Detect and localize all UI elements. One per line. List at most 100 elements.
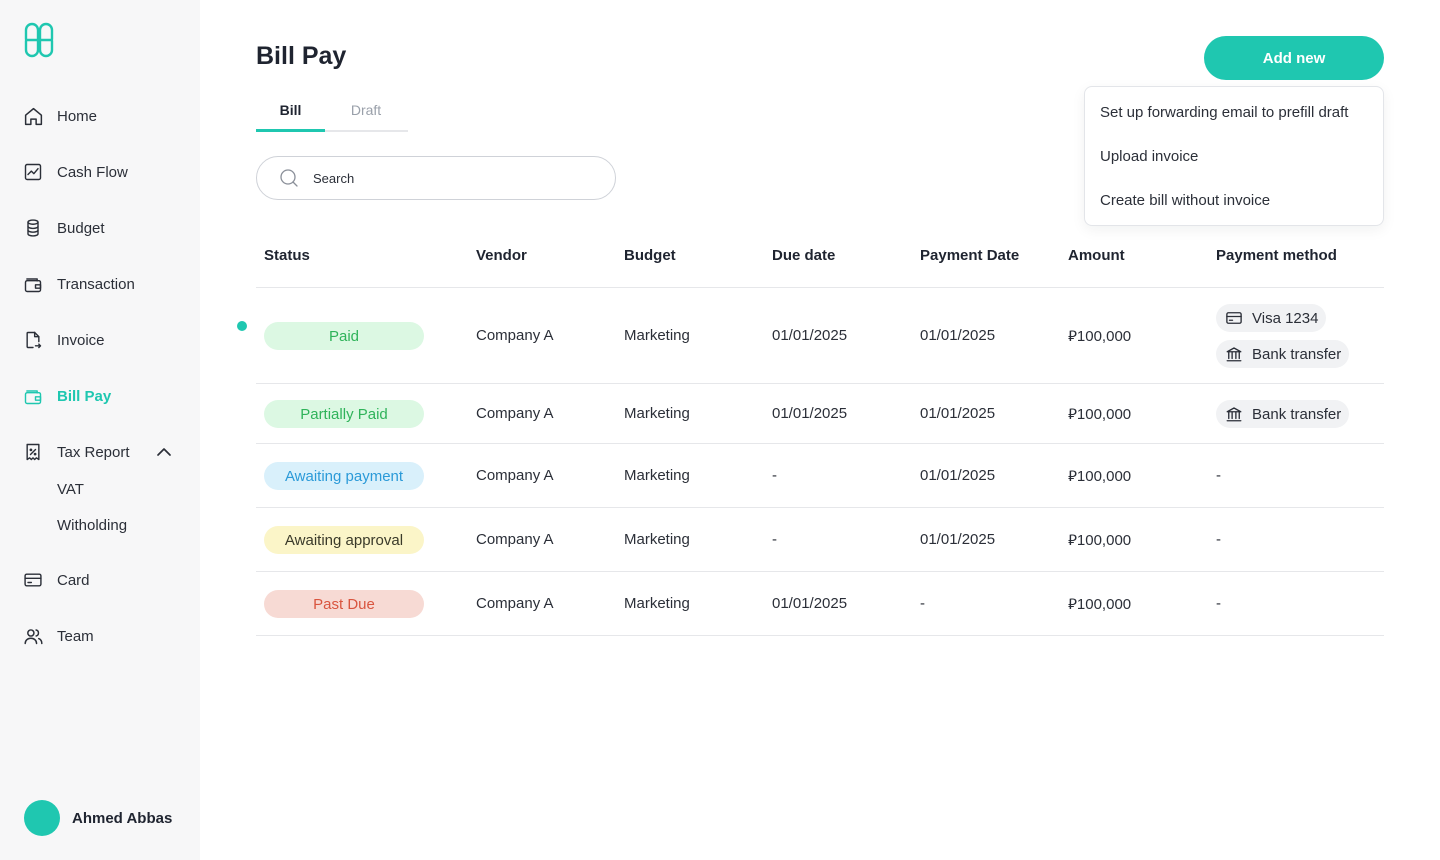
search-input[interactable]: [313, 170, 593, 186]
status-badge: Awaiting payment: [264, 462, 424, 490]
add-new-menu: Set up forwarding email to prefill draft…: [1084, 86, 1384, 226]
amount-cell: ⃁100,000: [1068, 468, 1132, 485]
tab-draft[interactable]: Draft: [332, 100, 400, 132]
vendor-cell: Company A: [476, 595, 554, 612]
page-title: Bill Pay: [256, 42, 347, 70]
bank-icon: [1224, 344, 1244, 364]
wallet-icon: [22, 273, 44, 295]
table-header: Status Vendor Budget Due date Payment Da…: [256, 224, 1384, 288]
column-header-vendor[interactable]: Vendor: [476, 247, 527, 264]
sidebar-subitem-vat[interactable]: VAT: [57, 481, 84, 498]
table-row[interactable]: Awaiting approval Company A Marketing - …: [256, 508, 1384, 572]
team-icon: [22, 625, 44, 647]
budget-cell: Marketing: [624, 467, 690, 484]
sidebar-item-label: Home: [57, 107, 98, 125]
sidebar-item-label: Cash Flow: [57, 163, 128, 181]
card-icon: [1224, 308, 1244, 328]
budget-cell: Marketing: [624, 595, 690, 612]
due-date-cell: -: [772, 531, 777, 548]
menu-item-forwarding-email[interactable]: Set up forwarding email to prefill draft: [1100, 104, 1348, 121]
user-name: Ahmed Abbas: [72, 809, 173, 827]
tab-bar: Bill Draft: [256, 100, 408, 132]
sidebar-item-tax-report[interactable]: Tax Report: [22, 440, 130, 464]
sidebar-item-label: Transaction: [57, 275, 135, 293]
column-header-payment-date[interactable]: Payment Date: [920, 247, 1019, 264]
table-row[interactable]: Awaiting payment Company A Marketing - 0…: [256, 444, 1384, 508]
sidebar-subitem-witholding[interactable]: Witholding: [57, 517, 127, 534]
vendor-cell: Company A: [476, 531, 554, 548]
bill-wallet-icon: [22, 385, 44, 407]
home-icon: [22, 105, 44, 127]
status-badge: Awaiting approval: [264, 526, 424, 554]
payment-date-cell: -: [920, 595, 925, 612]
status-badge: Partially Paid: [264, 400, 424, 428]
add-new-button[interactable]: Add new: [1204, 36, 1384, 80]
vendor-cell: Company A: [476, 467, 554, 484]
sidebar-item-label: Invoice: [57, 331, 105, 349]
sidebar: Home Cash Flow Budget Transaction Invoic…: [0, 0, 200, 860]
menu-item-create-bill[interactable]: Create bill without invoice: [1100, 192, 1270, 209]
chevron-up-icon[interactable]: [156, 444, 172, 460]
column-header-amount[interactable]: Amount: [1068, 247, 1125, 264]
amount-cell: ⃁100,000: [1068, 328, 1132, 345]
sidebar-item-home[interactable]: Home: [22, 104, 97, 128]
sidebar-item-team[interactable]: Team: [22, 624, 94, 648]
sidebar-item-transaction[interactable]: Transaction: [22, 272, 135, 296]
amount-cell: ⃁100,000: [1068, 596, 1132, 613]
status-badge: Past Due: [264, 590, 424, 618]
sidebar-item-cash-flow[interactable]: Cash Flow: [22, 160, 128, 184]
due-date-cell: 01/01/2025: [772, 327, 848, 344]
app-logo[interactable]: [22, 22, 56, 58]
payment-method-label: Bank transfer: [1252, 405, 1342, 423]
menu-item-upload-invoice[interactable]: Upload invoice: [1100, 148, 1198, 165]
payment-method-chip[interactable]: Bank transfer: [1216, 340, 1350, 368]
payment-method-chip[interactable]: Visa 1234: [1216, 304, 1327, 332]
vendor-cell: Company A: [476, 327, 554, 344]
budget-cell: Marketing: [624, 327, 690, 344]
status-badge: Paid: [264, 322, 424, 350]
budget-cell: Marketing: [624, 531, 690, 548]
due-date-cell: -: [772, 467, 777, 484]
sidebar-item-label: Tax Report: [57, 443, 130, 461]
sidebar-item-invoice[interactable]: Invoice: [22, 328, 105, 352]
payment-method-cell: -: [1216, 467, 1221, 484]
sidebar-item-budget[interactable]: Budget: [22, 216, 105, 240]
payment-method-chip[interactable]: Bank transfer: [1216, 400, 1350, 428]
column-header-status[interactable]: Status: [264, 247, 310, 264]
sidebar-item-bill-pay[interactable]: Bill Pay: [22, 384, 111, 408]
column-header-payment-method[interactable]: Payment method: [1216, 247, 1337, 264]
amount-cell: ⃁100,000: [1068, 406, 1132, 423]
bank-icon: [1224, 404, 1244, 424]
column-header-budget[interactable]: Budget: [624, 247, 676, 264]
table-row[interactable]: Past Due Company A Marketing 01/01/2025 …: [256, 572, 1384, 636]
payment-date-cell: 01/01/2025: [920, 467, 996, 484]
payment-method-label: Visa 1234: [1252, 309, 1319, 327]
database-icon: [22, 217, 44, 239]
receipt-icon: [22, 441, 44, 463]
budget-cell: Marketing: [624, 405, 690, 422]
column-header-due-date[interactable]: Due date: [772, 247, 835, 264]
sidebar-item-label: Card: [57, 571, 90, 589]
sidebar-item-label: Bill Pay: [57, 387, 112, 405]
avatar: [24, 800, 60, 836]
payment-date-cell: 01/01/2025: [920, 531, 996, 548]
payment-method-cell: -: [1216, 595, 1221, 612]
table-row[interactable]: Partially Paid Company A Marketing 01/01…: [256, 384, 1384, 444]
payment-date-cell: 01/01/2025: [920, 405, 996, 422]
table-row[interactable]: Paid Company A Marketing 01/01/2025 01/0…: [237, 288, 1384, 384]
tab-bill[interactable]: Bill: [256, 100, 325, 132]
search-icon: [279, 168, 299, 188]
chart-icon: [22, 161, 44, 183]
document-icon: [22, 329, 44, 351]
tab-label: Draft: [350, 102, 382, 118]
user-profile[interactable]: Ahmed Abbas: [24, 800, 172, 836]
search-box: [256, 156, 616, 200]
sidebar-item-card[interactable]: Card: [22, 568, 90, 592]
sidebar-item-label: Budget: [57, 219, 105, 237]
payment-method-label: Bank transfer: [1252, 345, 1342, 363]
payment-date-cell: 01/01/2025: [920, 327, 996, 344]
due-date-cell: 01/01/2025: [772, 595, 848, 612]
vendor-cell: Company A: [476, 405, 554, 422]
unread-dot: [237, 321, 247, 331]
due-date-cell: 01/01/2025: [772, 405, 848, 422]
